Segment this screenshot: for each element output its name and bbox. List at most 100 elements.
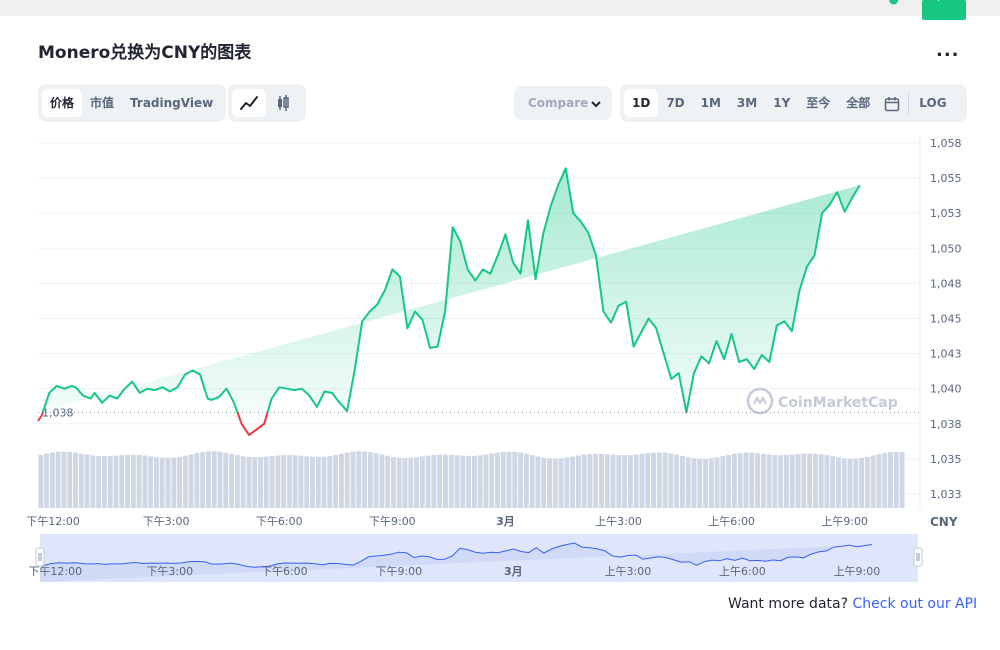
y-tick-label: 1,053 [930,207,962,220]
x-axis: 下午12:00下午3:00下午6:00下午9:003月上午3:00上午6:00上… [26,515,958,529]
volume-bar [397,458,402,508]
api-promo-text: Want more data? [728,596,848,612]
api-link[interactable]: Check out our API [852,596,977,612]
volume-bar [871,456,876,508]
volume-bar [50,452,55,508]
volume-bar [333,455,338,508]
currency-label: CNY [930,515,958,529]
volume-bar [374,453,379,508]
volume-bar [206,451,211,508]
volume-bar [744,453,749,508]
y-tick-label: 1,043 [930,348,962,361]
volume-bar [813,454,818,508]
volume-bar [692,458,697,508]
volume-bar [559,458,564,508]
volume-bar [755,453,760,508]
volume-bar [426,456,431,508]
price-area-fill [38,168,860,435]
x-tick-label: 上午9:00 [821,515,868,528]
x-tick-label: 上午3:00 [595,515,642,528]
volume-bar [767,455,772,508]
volume-bar [732,454,737,508]
volume-bar [807,453,812,508]
volume-bar [281,455,286,508]
volume-bar [235,455,240,508]
volume-bar [582,455,587,508]
volume-bar [154,457,159,508]
volume-bar [229,454,234,508]
current-price-badge [922,0,966,20]
navigator-tick-label: 下午6:00 [261,565,308,578]
volume-bar [449,455,454,508]
volume-bar [512,452,517,508]
volume-bar [778,455,783,508]
volume-bar [90,455,95,508]
volume-bar [431,455,436,508]
y-tick-label: 1,050 [930,242,962,255]
x-tick-label: 下午3:00 [143,515,190,528]
volume-bar [455,455,460,508]
y-tick-label: 1,055 [930,172,962,185]
volume-bar [131,455,136,508]
current-price-dot [889,0,898,5]
volume-bar [189,454,194,508]
volume-bar [368,452,373,508]
volume-bar [108,456,113,508]
x-tick-label: 上午6:00 [708,515,755,528]
volume-bar [85,455,90,508]
volume-bar [657,452,662,508]
volume-bar [888,452,893,508]
volume-bar [761,454,766,508]
price-chart: CoinMarketCap 1,038 1,055 1,0581,0551,05… [0,0,1000,650]
volume-bar [322,457,327,508]
navigator[interactable]: 下午12:00下午3:00下午6:00下午9:003月上午3:00上午6:00上… [28,534,922,582]
volume-bar [119,455,124,508]
volume-bar [408,458,413,508]
api-promo: Want more data? Check out our API [728,596,977,612]
volume-bar [605,454,610,508]
volume-bar [466,456,471,508]
volume-bar [547,458,552,508]
volume-bar [483,455,488,508]
volume-bar [270,456,275,508]
volume-bar [379,454,384,508]
y-tick-label: 1,040 [930,383,962,396]
volume-bar [894,452,899,508]
volume-bar [663,453,668,508]
volume-bars [38,451,904,508]
volume-bar [535,457,540,508]
volume-bar [125,455,130,508]
volume-bar [842,458,847,508]
volume-bar [356,451,361,508]
volume-bar [599,454,604,508]
volume-bar [96,456,101,508]
volume-bar [900,452,905,508]
volume-bar [622,455,627,508]
volume-bar [287,455,292,508]
volume-bar [877,454,882,508]
volume-bar [194,453,199,508]
volume-bar [507,452,512,508]
volume-bar [709,458,714,508]
volume-bar [316,457,321,508]
volume-bar [726,455,731,508]
volume-bar [142,456,147,508]
volume-bar [720,456,725,508]
volume-bar [345,453,350,508]
volume-bar [576,455,581,508]
volume-bar [593,454,598,508]
volume-bar [38,455,43,508]
current-price-label: 1,055 [930,0,962,3]
volume-bar [819,454,824,508]
x-tick-label: 下午12:00 [26,515,80,528]
price-line: 1,055 [38,0,966,435]
volume-bar [293,455,298,508]
y-tick-label: 1,035 [930,453,962,466]
x-tick-label: 下午9:00 [369,515,416,528]
volume-bar [674,455,679,508]
volume-bar [264,457,269,508]
x-tick-label: 3月 [496,515,515,528]
volume-bar [212,451,217,508]
y-tick-label: 1,038 [930,418,962,431]
navigator-tick-label: 上午3:00 [605,565,652,578]
